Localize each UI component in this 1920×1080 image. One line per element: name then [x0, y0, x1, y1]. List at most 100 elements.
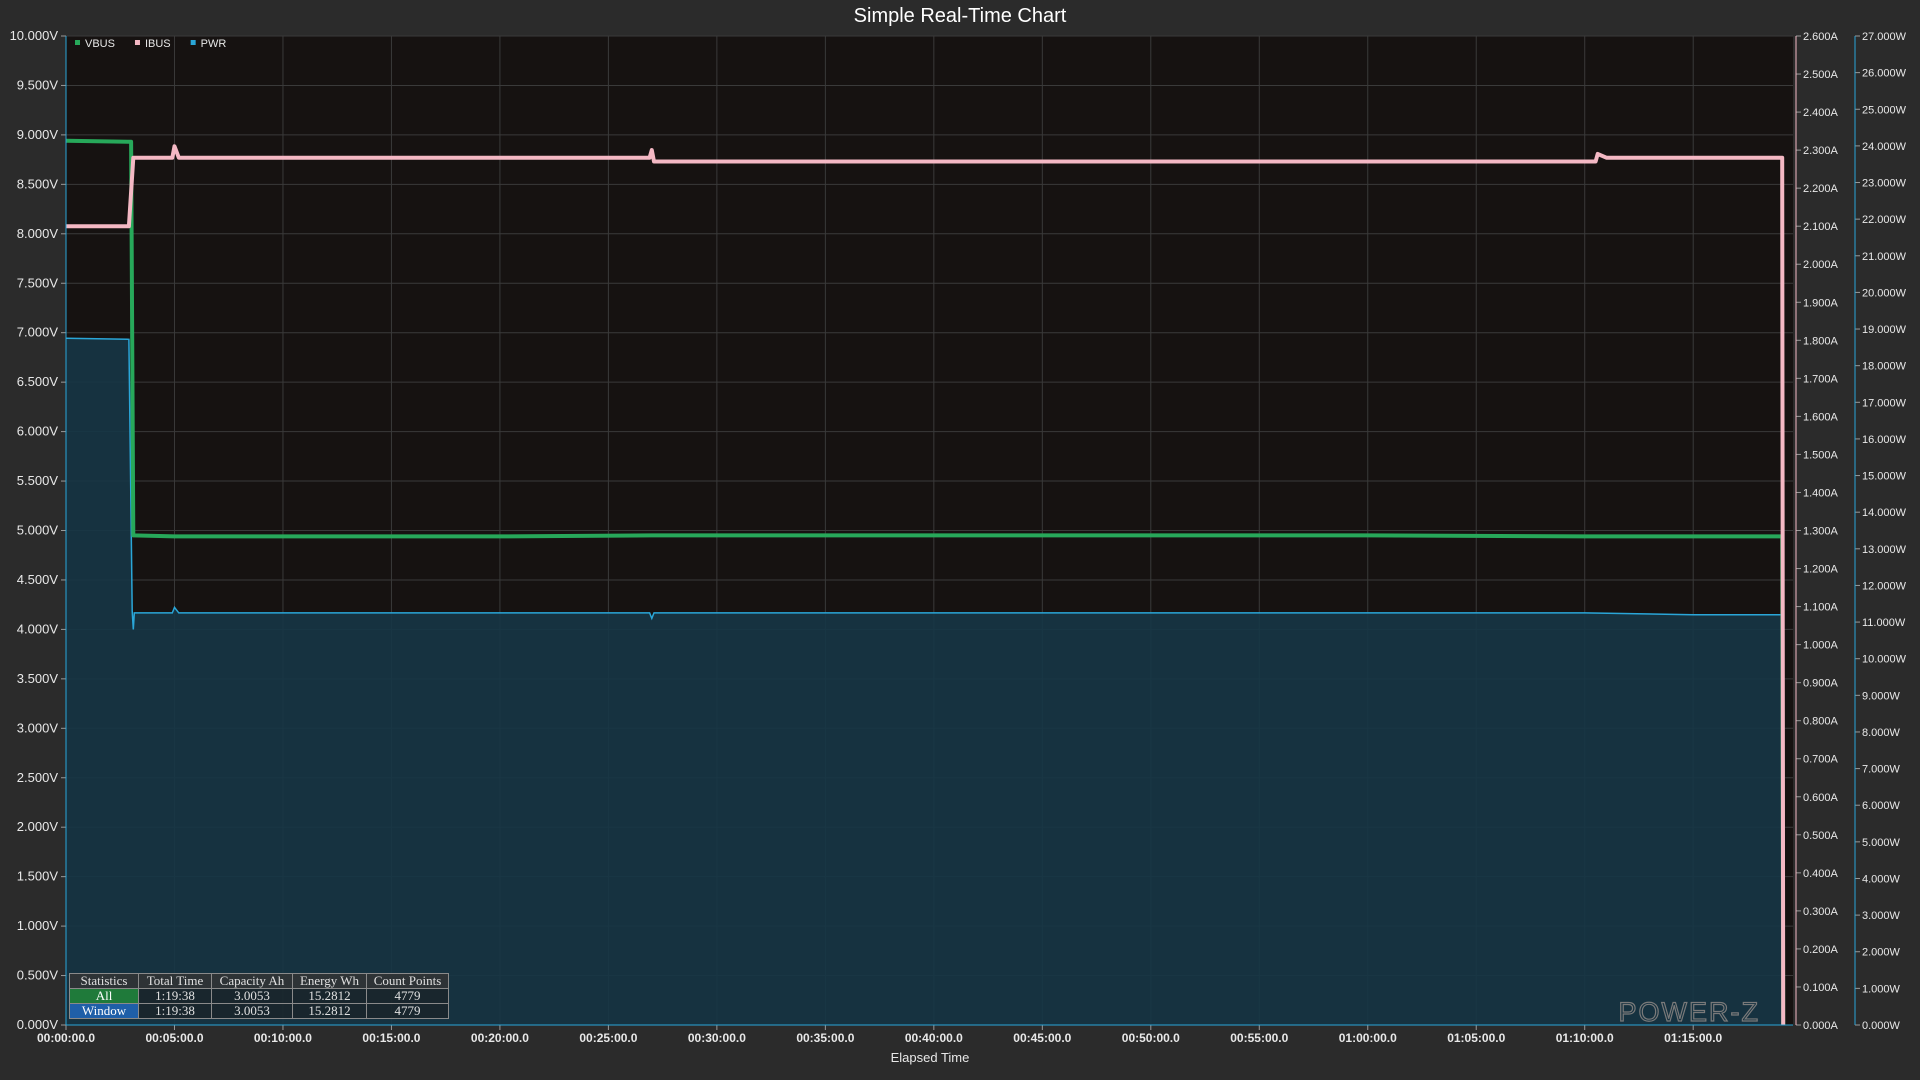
y-right1-tick-label: 2.600A	[1803, 31, 1839, 43]
x-axis-label: Elapsed Time	[891, 1050, 970, 1065]
x-tick-label: 00:15:00.0	[362, 1031, 420, 1045]
y-right1-tick-label: 1.000A	[1803, 640, 1839, 652]
y-left-tick-label: 3.500V	[17, 671, 59, 686]
y-right2-tick-label: 26.000W	[1862, 68, 1907, 80]
y-left-tick-label: 0.000V	[17, 1017, 59, 1032]
y-right1-tick-label: 2.100A	[1803, 221, 1839, 233]
total-time-cell: 1:19:38	[138, 1003, 212, 1019]
y-right1-tick-label: 2.200A	[1803, 183, 1839, 195]
y-left-tick-label: 2.000V	[17, 819, 59, 834]
statistics-row-label: All	[69, 988, 139, 1004]
legend-entry: PWR	[201, 38, 227, 50]
y-right1-tick-label: 1.800A	[1803, 335, 1839, 347]
x-tick-label: 00:35:00.0	[796, 1031, 854, 1045]
y-right1-tick-label: 2.300A	[1803, 145, 1839, 157]
y-right1-tick-label: 2.400A	[1803, 107, 1839, 119]
count-points-cell: 4779	[366, 1003, 449, 1019]
x-tick-label: 01:10:00.0	[1556, 1031, 1614, 1045]
y-right1-tick-label: 1.900A	[1803, 297, 1839, 309]
y-right2-tick-label: 11.000W	[1862, 617, 1906, 629]
y-left-tick-label: 9.500V	[17, 77, 59, 92]
y-right2-tick-label: 4.000W	[1862, 873, 1901, 885]
y-right2-tick-label: 18.000W	[1862, 361, 1907, 373]
legend-swatch	[75, 40, 80, 45]
y-right1-tick-label: 2.500A	[1803, 69, 1839, 81]
y-right2-tick-label: 5.000W	[1862, 837, 1901, 849]
y-right1-tick-label: 1.600A	[1803, 411, 1839, 423]
legend-entry: IBUS	[145, 38, 171, 50]
y-left-tick-label: 1.500V	[17, 869, 59, 884]
x-tick-label: 00:00:00.0	[37, 1031, 95, 1045]
y-left-tick-label: 1.000V	[17, 918, 59, 933]
y-right2-tick-label: 12.000W	[1862, 580, 1907, 592]
y-right1-tick-label: 1.100A	[1803, 602, 1839, 614]
statistics-header-cell: Statistics	[69, 973, 139, 989]
y-right1-tick-label: 0.300A	[1803, 906, 1839, 918]
watermark-logo: POWER-Z	[1619, 997, 1761, 1027]
count-points-cell: 4779	[366, 988, 449, 1004]
y-right1-tick-label: 1.300A	[1803, 526, 1839, 538]
y-left-tick-label: 5.500V	[17, 473, 59, 488]
y-right2-tick-label: 2.000W	[1862, 947, 1901, 959]
y-right2-tick-label: 7.000W	[1862, 764, 1901, 776]
y-right2-tick-label: 24.000W	[1862, 141, 1907, 153]
y-right1-tick-label: 1.400A	[1803, 487, 1839, 499]
statistics-row-label: Window	[69, 1003, 139, 1019]
y-left-tick-label: 2.500V	[17, 770, 59, 785]
x-tick-label: 00:50:00.0	[1122, 1031, 1180, 1045]
y-right2-tick-label: 1.000W	[1862, 983, 1901, 995]
y-right2-tick-label: 22.000W	[1862, 214, 1907, 226]
x-tick-label: 00:25:00.0	[579, 1031, 637, 1045]
legend-swatch	[134, 40, 140, 45]
x-tick-label: 00:40:00.0	[905, 1031, 963, 1045]
x-tick-label: 00:10:00.0	[254, 1031, 312, 1045]
y-left-tick-label: 4.000V	[17, 621, 59, 636]
y-right1-tick-label: 0.500A	[1803, 830, 1839, 842]
y-right1-tick-label: 0.800A	[1803, 716, 1839, 728]
statistics-header-cell: Count Points	[366, 973, 449, 989]
y-right2-tick-label: 25.000W	[1862, 104, 1907, 116]
statistics-row-all: All 1:19:38 3.0053 15.2812 4779	[69, 988, 449, 1004]
legend-swatch	[190, 40, 196, 45]
y-left-tick-label: 6.000V	[17, 424, 59, 439]
total-time-cell: 1:19:38	[138, 988, 212, 1004]
y-left-tick-label: 8.500V	[17, 176, 59, 191]
y-right1-tick-label: 1.500A	[1803, 449, 1839, 461]
y-right1-tick-label: 0.900A	[1803, 678, 1839, 690]
y-right2-tick-label: 10.000W	[1862, 654, 1907, 666]
y-left-tick-label: 6.500V	[17, 374, 59, 389]
y-right2-tick-label: 23.000W	[1862, 178, 1907, 190]
legend: VBUS IBUS PWR	[75, 38, 226, 50]
y-right1-tick-label: 0.100A	[1803, 982, 1839, 994]
energy-cell: 15.2812	[292, 988, 367, 1004]
y-right2-tick-label: 15.000W	[1862, 471, 1907, 483]
y-left-tick-label: 4.500V	[17, 572, 59, 587]
legend-entry: VBUS	[85, 38, 115, 50]
statistics-header-row: Statistics Total Time Capacity Ah Energy…	[69, 973, 449, 989]
y-right2-tick-label: 0.000W	[1862, 1020, 1901, 1032]
statistics-table: Statistics Total Time Capacity Ah Energy…	[69, 973, 449, 1019]
x-tick-label: 00:45:00.0	[1013, 1031, 1071, 1045]
y-right1-tick-label: 0.000A	[1803, 1020, 1839, 1032]
y-right2-tick-label: 27.000W	[1862, 31, 1907, 43]
chart-title: Simple Real-Time Chart	[854, 5, 1067, 27]
x-tick-label: 00:30:00.0	[688, 1031, 746, 1045]
y-right1-tick-label: 0.200A	[1803, 944, 1839, 956]
x-tick-label: 01:05:00.0	[1447, 1031, 1505, 1045]
energy-cell: 15.2812	[292, 1003, 367, 1019]
capacity-cell: 3.0053	[211, 1003, 293, 1019]
x-tick-label: 00:55:00.0	[1230, 1031, 1288, 1045]
x-tick-label: 01:15:00.0	[1664, 1031, 1722, 1045]
y-right2-tick-label: 20.000W	[1862, 287, 1907, 299]
x-tick-label: 00:05:00.0	[145, 1031, 203, 1045]
y-right2-tick-label: 6.000W	[1862, 800, 1901, 812]
y-right2-tick-label: 16.000W	[1862, 434, 1907, 446]
y-right2-tick-label: 8.000W	[1862, 727, 1901, 739]
y-left-tick-label: 9.000V	[17, 127, 59, 142]
y-right1-tick-label: 1.700A	[1803, 373, 1839, 385]
x-tick-label: 01:00:00.0	[1339, 1031, 1397, 1045]
capacity-cell: 3.0053	[211, 988, 293, 1004]
y-right2-tick-label: 13.000W	[1862, 544, 1907, 556]
y-left-tick-label: 0.500V	[17, 968, 59, 983]
y-right1-tick-label: 1.200A	[1803, 564, 1839, 576]
